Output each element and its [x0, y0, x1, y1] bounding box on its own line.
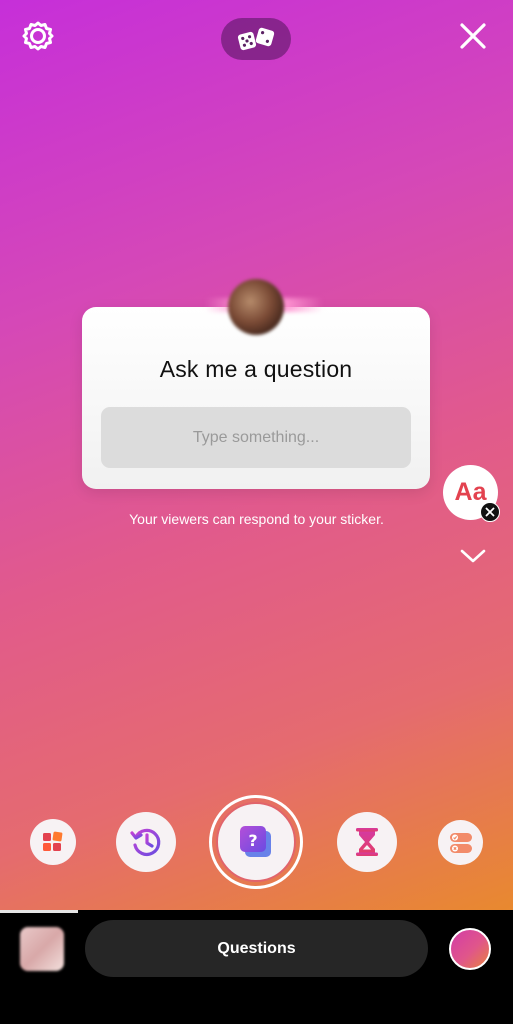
settings-button[interactable]: [18, 16, 58, 56]
carousel-item-poll[interactable]: [438, 820, 483, 865]
close-button[interactable]: [453, 16, 493, 56]
sticker-title[interactable]: Ask me a question: [82, 356, 430, 383]
gallery-thumbnail[interactable]: [20, 927, 64, 971]
close-icon: [485, 507, 495, 517]
remove-sticker-button[interactable]: [480, 502, 500, 522]
chevron-down-icon: [460, 549, 486, 563]
profile-avatar: [228, 279, 284, 335]
layout-icon: [43, 831, 63, 851]
carousel-item-countdown[interactable]: [337, 812, 397, 872]
carousel-item-questions[interactable]: ?: [209, 795, 303, 889]
mode-selector[interactable]: Questions: [85, 920, 428, 977]
carousel-item-layout[interactable]: [30, 819, 76, 865]
dice-icon: [237, 27, 275, 51]
text-style-label: Aa: [454, 478, 487, 506]
hourglass-icon: [356, 828, 378, 856]
question-sticker-icon: ?: [240, 826, 271, 857]
sticker-question-input[interactable]: Type something...: [101, 407, 411, 468]
dice-button[interactable]: [221, 18, 291, 60]
progress-indicator: [0, 910, 78, 913]
mode-label: Questions: [217, 939, 296, 957]
svg-text:?: ?: [248, 831, 257, 850]
sticker-hint-text: Your viewers can respond to your sticker…: [129, 511, 384, 527]
close-icon: [460, 23, 486, 49]
gear-icon: [22, 21, 54, 51]
story-canvas: Ask me a question Type something... Your…: [0, 0, 513, 910]
carousel-item-questions-inner: ?: [216, 802, 296, 882]
carousel-item-history[interactable]: [116, 812, 176, 872]
expand-button[interactable]: [457, 541, 489, 571]
history-icon: [130, 828, 161, 856]
color-picker[interactable]: [449, 928, 491, 970]
poll-icon: [449, 832, 472, 853]
